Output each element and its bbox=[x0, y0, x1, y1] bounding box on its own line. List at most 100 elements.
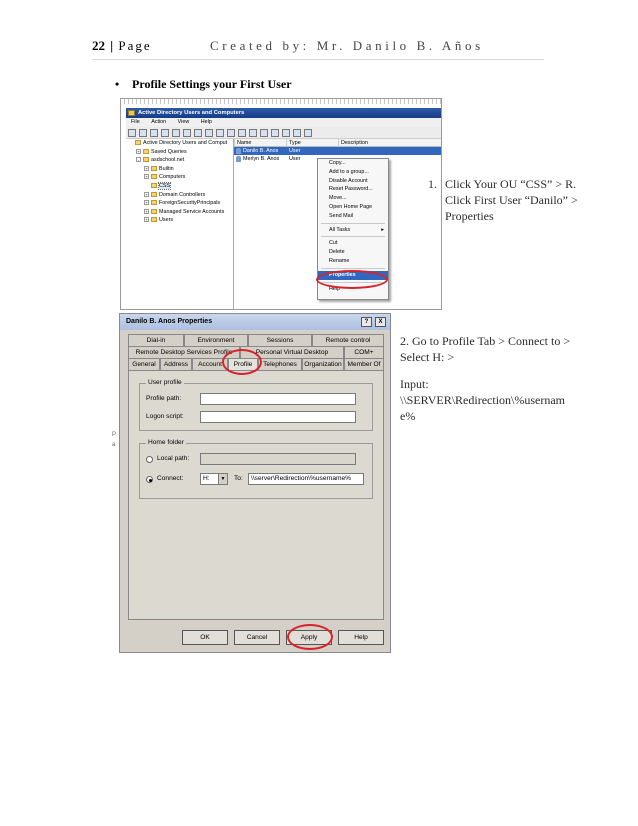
connect-radio[interactable] bbox=[146, 476, 153, 483]
tree-item[interactable]: - asdschool.net bbox=[126, 156, 233, 165]
local-path-input[interactable] bbox=[200, 453, 356, 465]
tree-item[interactable]: Active Directory Users and Comput bbox=[126, 139, 233, 148]
local-path-radio[interactable] bbox=[146, 456, 153, 463]
add-to-group-icon[interactable] bbox=[304, 129, 312, 137]
menu-separator bbox=[321, 236, 385, 238]
export-icon[interactable] bbox=[227, 129, 235, 137]
tab-sessions[interactable]: Sessions bbox=[248, 334, 312, 346]
show-tree-icon[interactable] bbox=[161, 129, 169, 137]
connect-path-input[interactable]: \\server\Redirection\%username% bbox=[248, 473, 364, 485]
context-menu-label: All Tasks bbox=[329, 226, 351, 233]
tab-address[interactable]: Address bbox=[160, 358, 192, 370]
list-row-danilo[interactable]: Danilo B. Anos User bbox=[234, 147, 441, 155]
tree-item-label: Saved Queries bbox=[151, 148, 187, 155]
delete-icon[interactable] bbox=[194, 129, 202, 137]
local-path-label: Local path: bbox=[157, 455, 190, 462]
aduc-screenshot: Active Directory Users and Computers Fil… bbox=[120, 98, 442, 310]
tree-item[interactable]: + ForeignSecurityPrincipals bbox=[126, 199, 233, 208]
cancel-button[interactable]: Cancel bbox=[234, 630, 280, 645]
expander-icon[interactable]: + bbox=[144, 191, 149, 197]
context-menu-item[interactable]: Copy... bbox=[318, 159, 388, 168]
step-3-label: Input: bbox=[400, 377, 429, 391]
new-group-icon[interactable] bbox=[260, 129, 268, 137]
menu-help[interactable]: Help bbox=[201, 119, 212, 125]
context-menu-item[interactable]: Reset Password... bbox=[318, 185, 388, 194]
logon-script-input[interactable] bbox=[200, 411, 356, 423]
tree-item-label: Active Directory Users and Comput bbox=[143, 140, 228, 146]
aduc-menubar: File Action View Help bbox=[126, 118, 441, 127]
expander-icon[interactable]: + bbox=[144, 174, 149, 180]
header-separator: | bbox=[110, 38, 114, 53]
tree-item-label: Managed Service Accounts bbox=[159, 208, 225, 215]
tree-item[interactable]: + Managed Service Accounts bbox=[126, 208, 233, 217]
context-menu-item[interactable]: Move... bbox=[318, 194, 388, 203]
context-menu-item[interactable]: Open Home Page bbox=[318, 203, 388, 212]
aduc-toolbar bbox=[126, 127, 441, 139]
copy-icon[interactable] bbox=[183, 129, 191, 137]
folder-icon bbox=[151, 191, 157, 197]
back-icon[interactable] bbox=[128, 129, 136, 137]
properties-icon[interactable] bbox=[205, 129, 213, 137]
refresh-icon[interactable] bbox=[216, 129, 224, 137]
expander-icon[interactable]: + bbox=[144, 208, 149, 214]
user-profile-group: User profile Profile path: Logon script: bbox=[139, 379, 373, 431]
context-menu-item[interactable]: All Tasks ▸ bbox=[318, 226, 388, 235]
context-menu-item[interactable]: Disable Account bbox=[318, 177, 388, 186]
tab-com-plus[interactable]: COM+ bbox=[344, 346, 384, 358]
tab-member-of[interactable]: Member Of bbox=[344, 358, 384, 370]
dialog-titlebar: Danilo B. Anos Properties ? X bbox=[120, 314, 390, 330]
properties-highlight-ring bbox=[316, 270, 388, 289]
tree-item-label: CSS bbox=[157, 181, 172, 190]
context-menu-item[interactable]: Send Mail bbox=[318, 212, 388, 221]
help-icon[interactable] bbox=[238, 129, 246, 137]
tab-general[interactable]: General bbox=[128, 358, 160, 370]
expander-icon[interactable]: + bbox=[144, 200, 149, 206]
tree-item-label: Users bbox=[159, 217, 174, 224]
drive-select[interactable]: H: ▼ bbox=[200, 473, 228, 485]
close-button[interactable]: X bbox=[375, 317, 386, 327]
tree-item[interactable]: + Builtin bbox=[126, 165, 233, 174]
tab-dial-in[interactable]: Dial-in bbox=[128, 334, 184, 346]
to-label: To: bbox=[234, 475, 243, 482]
context-menu-item[interactable]: Rename bbox=[318, 257, 388, 266]
find-icon[interactable] bbox=[293, 129, 301, 137]
context-menu-item[interactable]: Delete bbox=[318, 248, 388, 257]
tree-item[interactable]: + Computers bbox=[126, 173, 233, 182]
col-description[interactable]: Description bbox=[338, 139, 441, 147]
ok-button[interactable]: OK bbox=[182, 630, 228, 645]
expander-icon[interactable]: - bbox=[136, 157, 141, 163]
chevron-down-icon[interactable]: ▼ bbox=[218, 474, 227, 484]
author-credit: Created by: Mr. Danilo B. Años bbox=[210, 38, 484, 53]
tab-remote-control[interactable]: Remote control bbox=[312, 334, 384, 346]
up-icon[interactable] bbox=[150, 129, 158, 137]
section-heading: Profile Settings your First User bbox=[132, 77, 292, 91]
context-menu-item[interactable]: Cut bbox=[318, 239, 388, 248]
expander-icon[interactable]: + bbox=[144, 165, 149, 171]
tree-item[interactable]: CSS bbox=[126, 181, 233, 191]
help-button[interactable]: ? bbox=[361, 317, 372, 327]
tab-environment[interactable]: Environment bbox=[184, 334, 248, 346]
tree-item[interactable]: + Users bbox=[126, 216, 233, 225]
profile-path-input[interactable] bbox=[200, 393, 356, 405]
tree-item[interactable]: + Domain Controllers bbox=[126, 191, 233, 200]
row-type: User bbox=[289, 148, 301, 154]
menu-file[interactable]: File bbox=[131, 119, 140, 125]
new-ou-icon[interactable] bbox=[271, 129, 279, 137]
context-menu-label: Reset Password... bbox=[329, 186, 373, 193]
tree-item[interactable]: + Saved Queries bbox=[126, 148, 233, 157]
menu-view[interactable]: View bbox=[178, 119, 190, 125]
menu-action[interactable]: Action bbox=[151, 119, 166, 125]
help-dialog-button[interactable]: Help bbox=[338, 630, 384, 645]
forward-icon[interactable] bbox=[139, 129, 147, 137]
tab-organization[interactable]: Organization bbox=[302, 358, 344, 370]
context-menu-item[interactable]: Add to a group... bbox=[318, 168, 388, 177]
tab-telephones[interactable]: Telephones bbox=[258, 358, 302, 370]
expander-icon[interactable]: + bbox=[144, 217, 149, 223]
edit-icon[interactable] bbox=[172, 129, 180, 137]
tree-item-label: Domain Controllers bbox=[159, 191, 206, 198]
col-name[interactable]: Name bbox=[234, 139, 286, 147]
filter-icon[interactable] bbox=[282, 129, 290, 137]
new-user-icon[interactable] bbox=[249, 129, 257, 137]
col-type[interactable]: Type bbox=[286, 139, 338, 147]
expander-icon[interactable]: + bbox=[136, 148, 141, 154]
